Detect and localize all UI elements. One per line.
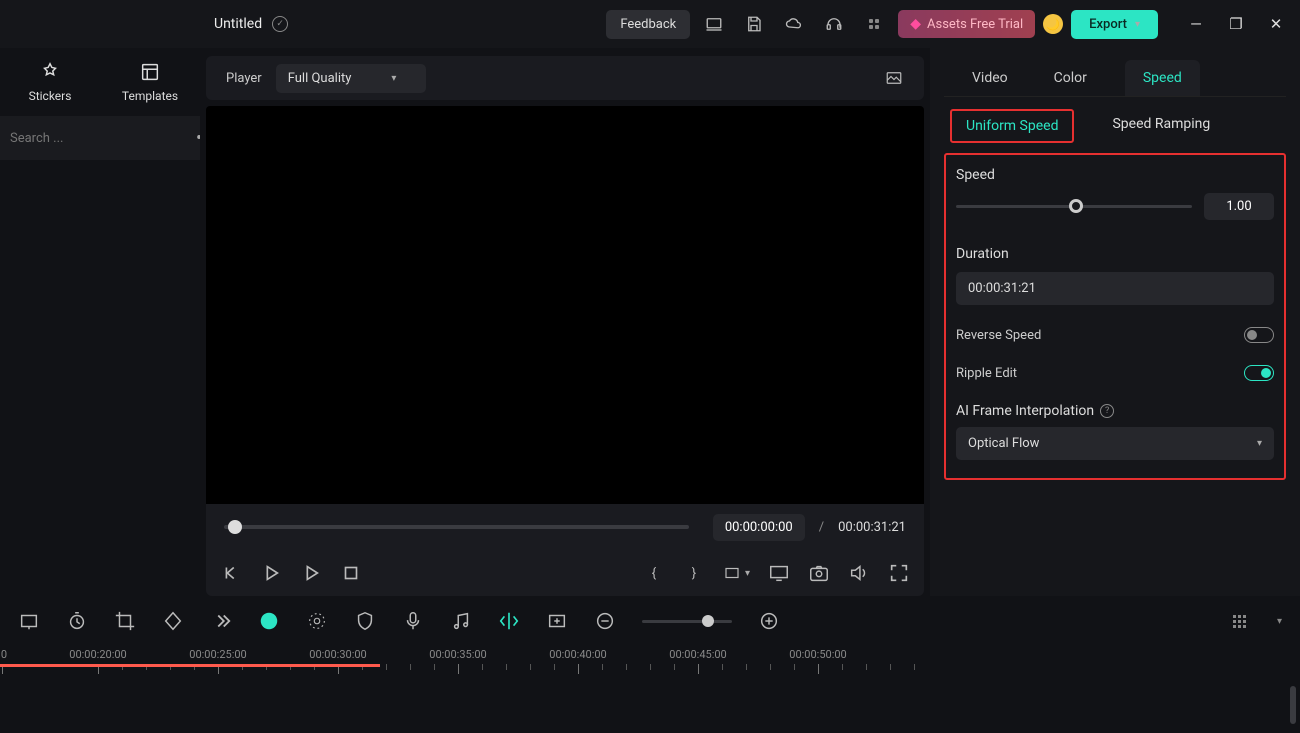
ripple-toggle[interactable] bbox=[1244, 365, 1274, 381]
scrub-slider[interactable] bbox=[224, 525, 689, 529]
check-icon: ✓ bbox=[272, 16, 288, 32]
help-icon[interactable]: ? bbox=[1100, 404, 1114, 418]
duration-input[interactable] bbox=[956, 272, 1274, 305]
ruler-label: 00:00:50:00 bbox=[789, 648, 846, 661]
properties-panel: Video Color Speed Uniform Speed Speed Ra… bbox=[930, 48, 1300, 596]
sidebar-tab-templates[interactable]: Templates bbox=[100, 48, 200, 116]
tl-music-icon[interactable] bbox=[450, 610, 472, 632]
close-button[interactable]: ✕ bbox=[1266, 15, 1286, 33]
tl-tool1-icon[interactable] bbox=[18, 610, 40, 632]
chevron-down-icon: ▾ bbox=[391, 73, 396, 84]
time-duration: 00:00:31:21 bbox=[838, 520, 906, 535]
timeline-tracks[interactable] bbox=[0, 682, 1300, 730]
minimize-button[interactable]: — bbox=[1186, 15, 1206, 33]
zoom-slider[interactable] bbox=[642, 620, 732, 623]
reverse-toggle[interactable] bbox=[1244, 327, 1274, 343]
templates-label: Templates bbox=[122, 89, 178, 103]
headset-icon[interactable] bbox=[818, 8, 850, 40]
ruler-label: 00:00:25:00 bbox=[189, 648, 246, 661]
tab-uniform-speed[interactable]: Uniform Speed bbox=[950, 109, 1074, 143]
ruler-label: 00:00:30:00 bbox=[309, 648, 366, 661]
cloud-icon[interactable] bbox=[778, 8, 810, 40]
ripple-label: Ripple Edit bbox=[956, 366, 1017, 381]
templates-icon bbox=[139, 61, 161, 83]
volume-icon[interactable] bbox=[848, 562, 870, 584]
tl-grid-chevron-icon[interactable]: ▾ bbox=[1277, 616, 1282, 627]
time-separator: / bbox=[819, 520, 824, 535]
reverse-label: Reverse Speed bbox=[956, 328, 1041, 343]
speed-slider[interactable] bbox=[956, 205, 1192, 208]
bracket-start-icon[interactable]: { bbox=[643, 562, 665, 584]
tab-video[interactable]: Video bbox=[964, 60, 1016, 96]
tl-crop-icon[interactable] bbox=[114, 610, 136, 632]
ai-interp-select[interactable]: Optical Flow ▾ bbox=[956, 427, 1274, 460]
ai-interp-label: AI Frame Interpolation bbox=[956, 403, 1094, 419]
ai-interp-value: Optical Flow bbox=[968, 436, 1039, 451]
bracket-end-icon[interactable]: } bbox=[683, 562, 705, 584]
sidebar-tab-stickers[interactable]: Stickers bbox=[0, 48, 100, 116]
snapshot-icon[interactable] bbox=[878, 62, 910, 94]
duration-label: Duration bbox=[956, 246, 1274, 262]
timeline-ruler[interactable]: 00:00:20:00 00:00:25:00 00:00:30:00 00:00:3… bbox=[0, 646, 1300, 682]
zoom-in-button[interactable] bbox=[758, 610, 780, 632]
stickers-icon bbox=[39, 61, 61, 83]
topbar: Untitled ✓ Feedback ◆ Assets Free Trial 🌙… bbox=[0, 0, 1300, 48]
tab-speed[interactable]: Speed bbox=[1125, 60, 1200, 96]
fullscreen-icon[interactable] bbox=[888, 562, 910, 584]
speed-label: Speed bbox=[956, 167, 1274, 183]
trial-button[interactable]: ◆ Assets Free Trial bbox=[898, 10, 1035, 38]
time-current: 00:00:00:00 bbox=[713, 514, 805, 541]
feedback-button[interactable]: Feedback bbox=[606, 10, 690, 39]
apps-icon[interactable] bbox=[858, 8, 890, 40]
trial-label: Assets Free Trial bbox=[927, 17, 1023, 32]
display-icon[interactable] bbox=[768, 562, 790, 584]
timeline-playhead[interactable] bbox=[0, 664, 380, 667]
project-title: Untitled bbox=[214, 16, 262, 32]
diamond-icon: ◆ bbox=[910, 16, 921, 32]
speed-panel-highlight: Speed 1.00 Duration Reverse Speed Ripple… bbox=[944, 153, 1286, 480]
device-icon[interactable] bbox=[698, 8, 730, 40]
export-button[interactable]: Export ▾ bbox=[1071, 10, 1158, 39]
tab-color[interactable]: Color bbox=[1046, 60, 1095, 96]
save-icon[interactable] bbox=[738, 8, 770, 40]
player-label: Player bbox=[226, 71, 262, 86]
avatar-icon[interactable]: 🌙 bbox=[1043, 14, 1063, 34]
player-area: Player Full Quality ▾ 00:00:00:00 / 00:00… bbox=[200, 48, 930, 596]
speed-value[interactable]: 1.00 bbox=[1204, 193, 1274, 220]
quality-value: Full Quality bbox=[288, 71, 352, 86]
sidebar: Stickers Templates ••• bbox=[0, 48, 200, 596]
stickers-label: Stickers bbox=[29, 89, 72, 103]
tl-timer-icon[interactable] bbox=[66, 610, 88, 632]
chevron-down-icon: ▾ bbox=[1135, 19, 1140, 30]
tl-shield-icon[interactable] bbox=[354, 610, 376, 632]
search-input[interactable] bbox=[10, 131, 176, 146]
zoom-out-button[interactable] bbox=[594, 610, 616, 632]
tl-ai-icon[interactable] bbox=[258, 610, 280, 632]
ruler-label: 00:00:20:00 bbox=[69, 648, 126, 661]
timeline-scrollbar[interactable] bbox=[1290, 686, 1296, 724]
next-frame-button[interactable] bbox=[300, 562, 322, 584]
tl-mic-icon[interactable] bbox=[402, 610, 424, 632]
timeline: ▾ 00:00:20:0000:00:25:0000:00:30:0000:00… bbox=[0, 596, 1300, 733]
tl-more-icon[interactable] bbox=[210, 610, 232, 632]
tl-insert-icon[interactable] bbox=[546, 610, 568, 632]
maximize-button[interactable]: ❐ bbox=[1226, 15, 1246, 33]
tl-effect-icon[interactable] bbox=[306, 610, 328, 632]
ruler-label: 00:00:40:00 bbox=[549, 648, 606, 661]
camera-icon[interactable] bbox=[808, 562, 830, 584]
quality-select[interactable]: Full Quality ▾ bbox=[276, 64, 427, 93]
tl-diamond-icon[interactable] bbox=[162, 610, 184, 632]
chevron-down-icon: ▾ bbox=[1257, 438, 1262, 449]
prev-frame-button[interactable] bbox=[220, 562, 242, 584]
video-viewport[interactable] bbox=[206, 106, 924, 504]
ruler-label: 00:00:45:00 bbox=[669, 648, 726, 661]
play-button[interactable] bbox=[260, 562, 282, 584]
export-label: Export bbox=[1089, 17, 1127, 32]
ruler-label: 00:00:35:00 bbox=[429, 648, 486, 661]
ratio-select[interactable]: ▾ bbox=[723, 564, 750, 582]
tab-speed-ramping[interactable]: Speed Ramping bbox=[1098, 109, 1224, 143]
tl-split-icon[interactable] bbox=[498, 610, 520, 632]
tl-grid-icon[interactable] bbox=[1229, 610, 1251, 632]
stop-button[interactable] bbox=[340, 562, 362, 584]
